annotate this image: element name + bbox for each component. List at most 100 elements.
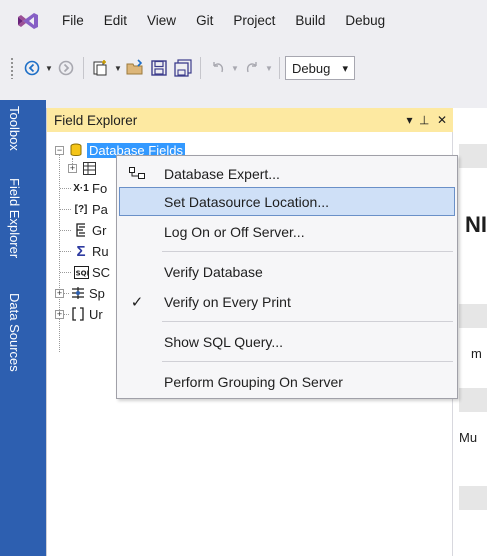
- menu-file[interactable]: File: [52, 0, 94, 42]
- tree-guide-line: [60, 209, 71, 210]
- group-icon: [73, 222, 89, 238]
- side-tab-strip: Toolbox Field Explorer Data Sources: [0, 100, 46, 556]
- tree-item-label: Fo: [92, 180, 108, 196]
- close-icon[interactable]: ✕: [437, 113, 447, 127]
- tree-item-group-name-fields[interactable]: Gr: [73, 220, 106, 240]
- report-section-band: [459, 486, 487, 510]
- chevron-down-icon[interactable]: ▼: [230, 56, 240, 80]
- chevron-down-icon: ▾: [342, 62, 348, 75]
- menu-item-verify-database[interactable]: Verify Database: [119, 257, 455, 286]
- toolbar-separator: [83, 57, 84, 79]
- parameter-icon: [?]: [74, 203, 88, 215]
- report-text-fragment: m: [471, 346, 482, 361]
- tree-guide-line: [64, 314, 69, 315]
- menu-separator: [162, 251, 453, 252]
- panel-title: Field Explorer: [54, 112, 138, 128]
- menu-item-label: Database Expert...: [164, 165, 280, 182]
- menu-git[interactable]: Git: [186, 0, 223, 42]
- menu-edit[interactable]: Edit: [94, 0, 137, 42]
- special-fields-icon: [70, 285, 86, 301]
- report-heading-fragment: NI: [465, 212, 487, 237]
- tree-item-label: Sp: [89, 285, 105, 301]
- expand-icon[interactable]: +: [55, 288, 64, 298]
- tree-item-running-total-fields[interactable]: Σ Ru: [73, 241, 109, 261]
- collapse-icon[interactable]: −: [55, 145, 64, 155]
- formula-icon: X·1: [73, 182, 89, 194]
- save-all-icon[interactable]: [171, 56, 195, 80]
- navigate-forward-icon[interactable]: [54, 56, 78, 80]
- toolbar-grip[interactable]: [10, 57, 14, 79]
- open-file-icon[interactable]: [123, 56, 147, 80]
- redo-icon[interactable]: [240, 56, 264, 80]
- chevron-down-icon[interactable]: ▼: [44, 56, 54, 80]
- chevron-down-icon[interactable]: ▼: [264, 56, 274, 80]
- standard-toolbar: ▼ ▼ ▼ ▼ Debug ▾: [0, 42, 487, 94]
- tree-item-unbound-fields[interactable]: + Ur: [55, 304, 103, 324]
- tree-item-formula-fields[interactable]: X·1 Fo: [73, 178, 107, 198]
- tree-item-table[interactable]: +: [68, 158, 100, 178]
- solution-configuration-select[interactable]: Debug ▾: [285, 56, 355, 80]
- expand-icon[interactable]: +: [68, 163, 77, 173]
- menu-item-label: Verify on Every Print: [164, 293, 291, 310]
- menu-item-label: Log On or Off Server...: [164, 223, 305, 240]
- toolbar-divider: [0, 94, 487, 100]
- tree-item-label: Gr: [92, 222, 107, 238]
- toolbar-separator: [279, 57, 280, 79]
- save-icon[interactable]: [147, 56, 171, 80]
- menu-debug[interactable]: Debug: [335, 0, 395, 42]
- menu-project[interactable]: Project: [223, 0, 285, 42]
- tree-item-label: Ur: [89, 306, 103, 322]
- undo-icon[interactable]: [206, 56, 230, 80]
- tree-guide-line: [60, 272, 71, 273]
- visual-studio-logo-icon[interactable]: [14, 9, 42, 33]
- database-fields-context-menu: Database Expert... Set Datasource Locati…: [116, 155, 458, 399]
- menu-item-label: Perform Grouping On Server: [164, 373, 343, 390]
- report-text-fragment: Mu: [459, 430, 478, 445]
- menu-build[interactable]: Build: [285, 0, 335, 42]
- menu-item-verify-on-every-print[interactable]: ✓ Verify on Every Print: [119, 287, 455, 316]
- window-position-dropdown-icon[interactable]: ▾: [406, 113, 412, 127]
- pin-icon[interactable]: ⊣: [418, 115, 432, 125]
- menu-item-log-on-off-server[interactable]: Log On or Off Server...: [119, 217, 455, 246]
- menu-item-set-datasource-location[interactable]: Set Datasource Location...: [119, 187, 455, 216]
- menu-item-database-expert[interactable]: Database Expert...: [119, 159, 455, 188]
- new-project-icon[interactable]: [89, 56, 113, 80]
- report-section-band: [459, 388, 487, 412]
- database-icon: [68, 142, 84, 158]
- menu-item-label: Verify Database: [164, 263, 263, 280]
- tree-guide-line: [64, 293, 69, 294]
- running-total-icon: Σ: [76, 242, 86, 260]
- report-section-band: [459, 304, 487, 328]
- tree-item-label: Ru: [92, 243, 109, 259]
- menu-item-show-sql-query[interactable]: Show SQL Query...: [119, 327, 455, 356]
- tree-item-special-fields[interactable]: + Sp: [55, 283, 105, 303]
- tree-guide-line: [60, 251, 71, 252]
- tab-toolbox[interactable]: Toolbox: [4, 106, 22, 151]
- sql-expression-icon: SQL: [73, 264, 89, 280]
- menu-separator: [162, 321, 453, 322]
- unbound-fields-icon: [70, 306, 86, 322]
- configuration-value: Debug: [292, 60, 331, 76]
- tree-item-sql-expression-fields[interactable]: SQL SC: [73, 262, 110, 282]
- svg-text:SQL: SQL: [75, 269, 88, 277]
- tree-item-parameter-fields[interactable]: [?] Pa: [73, 199, 108, 219]
- report-section-band: [459, 144, 487, 168]
- navigate-back-icon[interactable]: [20, 56, 44, 80]
- expand-icon[interactable]: +: [55, 309, 64, 319]
- tree-guide-line: [60, 230, 71, 231]
- checkmark-icon: ✓: [130, 294, 144, 311]
- database-expert-icon: [129, 166, 145, 182]
- chevron-down-icon[interactable]: ▼: [113, 56, 123, 80]
- tab-data-sources[interactable]: Data Sources: [4, 293, 22, 372]
- menu-view[interactable]: View: [137, 0, 186, 42]
- toolbar-separator: [200, 57, 201, 79]
- tree-guide-line: [60, 188, 71, 189]
- tree-item-label: SC: [92, 264, 111, 280]
- tree-item-label: Pa: [92, 201, 108, 217]
- menu-item-perform-grouping-on-server[interactable]: Perform Grouping On Server: [119, 367, 455, 396]
- table-icon: [81, 160, 97, 176]
- menu-item-label: Show SQL Query...: [164, 333, 284, 350]
- menu-bar: File Edit View Git Project Build Debug: [0, 0, 487, 42]
- field-explorer-title-bar[interactable]: Field Explorer ▾ ⊣ ✕: [47, 108, 453, 132]
- tab-field-explorer[interactable]: Field Explorer: [4, 178, 22, 258]
